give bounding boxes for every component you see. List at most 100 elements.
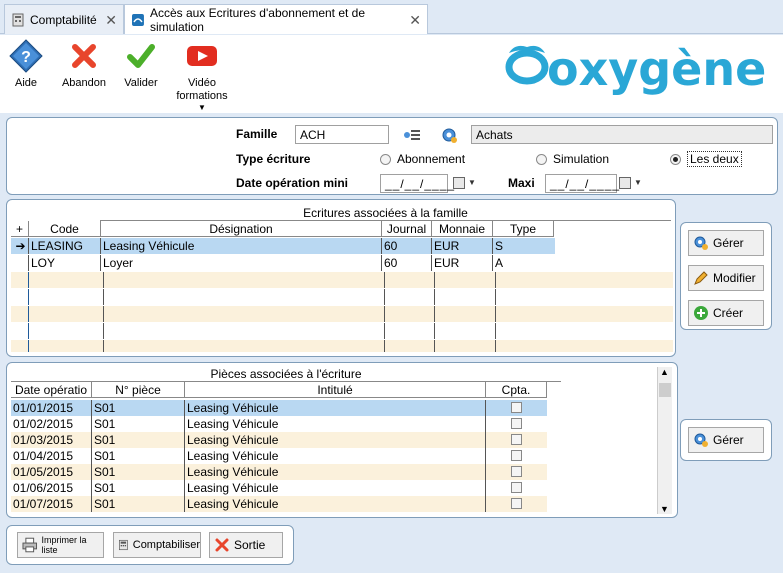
scroll-down-icon[interactable]: ▼	[660, 504, 669, 514]
scroll-up-icon[interactable]: ▲	[660, 367, 669, 377]
radio-les-deux[interactable]: Les deux	[670, 151, 742, 167]
empty-row	[11, 289, 673, 305]
cell-intitule: Leasing Véhicule	[185, 464, 486, 480]
table-row[interactable]: 01/01/2015 S01 Leasing Véhicule	[11, 400, 547, 416]
table-row[interactable]: LOY Loyer 60 EUR A	[11, 255, 555, 271]
col-code[interactable]: Code	[29, 221, 101, 237]
cell-intitule: Leasing Véhicule	[185, 416, 486, 432]
col-sep	[432, 340, 435, 352]
famille-code-input[interactable]: ACH	[295, 125, 389, 144]
cell-date: 01/07/2015	[11, 496, 92, 512]
col-monnaie[interactable]: Monnaie	[432, 221, 493, 237]
cell-piece: S01	[92, 464, 185, 480]
radio-circle-selected[interactable]	[670, 153, 681, 165]
col-journal[interactable]: Journal	[382, 221, 432, 237]
close-icon[interactable]: ✕	[105, 12, 117, 29]
row-selector	[11, 323, 29, 339]
cell-intitule: Leasing Véhicule	[185, 400, 486, 416]
table-row[interactable]: 01/02/2015 S01 Leasing Véhicule	[11, 416, 547, 432]
row-selector	[11, 340, 29, 352]
famille-label: Famille	[236, 127, 278, 141]
valider-button[interactable]: Valider	[120, 39, 162, 90]
cpta-checkbox[interactable]	[511, 466, 522, 477]
table-row[interactable]: ➔ LEASING Leasing Véhicule 60 EUR S	[11, 238, 555, 254]
date-mini-label: Date opération mini	[236, 176, 349, 190]
col-designation[interactable]: Désignation	[101, 221, 382, 237]
col-date-operation[interactable]: Date opératio	[11, 382, 92, 398]
gerer-label: Gérer	[713, 433, 744, 447]
cpta-checkbox[interactable]	[511, 450, 522, 461]
list-icon[interactable]	[403, 127, 421, 143]
calendar-icon[interactable]	[453, 177, 465, 189]
table-row[interactable]: 01/05/2015 S01 Leasing Véhicule	[11, 464, 547, 480]
tab-label: Comptabilité	[30, 12, 97, 27]
modifier-button[interactable]: Modifier	[688, 265, 764, 291]
col-sep	[101, 306, 104, 322]
scroll-thumb[interactable]	[659, 383, 671, 397]
col-sep	[432, 289, 435, 305]
tab-comptabilite[interactable]: Comptabilité ✕	[4, 4, 124, 34]
video-label-2: formations	[176, 90, 228, 102]
cell-date: 01/01/2015	[11, 400, 92, 416]
abandon-button[interactable]: Abandon	[58, 39, 110, 90]
maxi-label: Maxi	[508, 176, 535, 190]
creer-label: Créer	[713, 306, 744, 320]
video-formations-button[interactable]: Vidéo formations ▼	[174, 39, 230, 113]
row-selector	[11, 289, 29, 305]
table-row[interactable]: 01/03/2015 S01 Leasing Véhicule	[11, 432, 547, 448]
cpta-checkbox[interactable]	[511, 402, 522, 413]
table-row[interactable]: 01/07/2015 S01 Leasing Véhicule	[11, 496, 547, 512]
oxygene-logo: oxygène	[505, 42, 775, 97]
row-selector	[11, 255, 29, 271]
table-row[interactable]: 01/04/2015 S01 Leasing Véhicule	[11, 448, 547, 464]
cell-piece: S01	[92, 416, 185, 432]
comptabiliser-label: Comptabiliser	[132, 539, 200, 551]
radio-circle[interactable]	[536, 153, 547, 165]
col-intitule[interactable]: Intitulé	[185, 382, 486, 398]
cell-journal: 60	[382, 238, 432, 254]
cell-monnaie: EUR	[432, 255, 493, 271]
tab-acces-ecritures[interactable]: Accès aux Ecritures d'abonnement et de s…	[124, 4, 428, 34]
dropdown-arrow-icon[interactable]: ▼	[468, 178, 476, 187]
gerer-pieces-button[interactable]: Gérer	[688, 427, 764, 453]
dropdown-arrow-icon[interactable]: ▼	[198, 103, 206, 113]
radio-circle[interactable]	[380, 153, 391, 165]
cpta-checkbox[interactable]	[511, 482, 522, 493]
date-mini-input[interactable]: __/__/____	[380, 174, 454, 193]
grid2-title: Pièces associées à l'écriture	[11, 366, 561, 382]
col-sep	[432, 306, 435, 322]
cpta-checkbox[interactable]	[511, 418, 522, 429]
cell-intitule: Leasing Véhicule	[185, 480, 486, 496]
radio-abonnement[interactable]: Abonnement	[380, 152, 465, 166]
aide-button[interactable]: ? Aide	[8, 39, 44, 90]
radio-simulation[interactable]: Simulation	[536, 152, 609, 166]
cell-code: LEASING	[29, 238, 101, 254]
col-type[interactable]: Type	[493, 221, 554, 237]
dropdown-arrow-icon[interactable]: ▼	[634, 178, 642, 187]
col-numero-piece[interactable]: N° pièce	[92, 382, 185, 398]
add-column-icon[interactable]: +	[11, 221, 29, 237]
calculator-icon	[119, 539, 128, 551]
row-selector	[11, 306, 29, 322]
imprimer-liste-button[interactable]: Imprimer la liste	[17, 532, 104, 558]
date-maxi-input[interactable]: __/__/____	[545, 174, 619, 193]
settings-gears-icon[interactable]	[440, 126, 458, 144]
empty-row	[11, 272, 673, 288]
calendar-icon[interactable]	[619, 177, 631, 189]
table-row[interactable]: 01/06/2015 S01 Leasing Véhicule	[11, 480, 547, 496]
col-cpta[interactable]: Cpta.	[486, 382, 547, 398]
comptabiliser-button[interactable]: Comptabiliser	[113, 532, 201, 558]
creer-button[interactable]: Créer	[688, 300, 764, 326]
sortie-button[interactable]: Sortie	[209, 532, 283, 558]
svg-text:?: ?	[21, 49, 31, 66]
col-sep	[382, 340, 385, 352]
toolbar: ? Aide Abandon Valider Vidéo formations …	[0, 35, 783, 113]
pencil-icon	[694, 271, 708, 285]
radio-label: Abonnement	[397, 152, 466, 166]
cpta-checkbox[interactable]	[511, 434, 522, 445]
close-icon[interactable]: ✕	[409, 12, 421, 29]
cpta-checkbox[interactable]	[511, 498, 522, 509]
vertical-scrollbar[interactable]: ▲ ▼	[657, 367, 672, 514]
gerer-ecritures-button[interactable]: Gérer	[688, 230, 764, 256]
empty-row	[11, 323, 673, 339]
